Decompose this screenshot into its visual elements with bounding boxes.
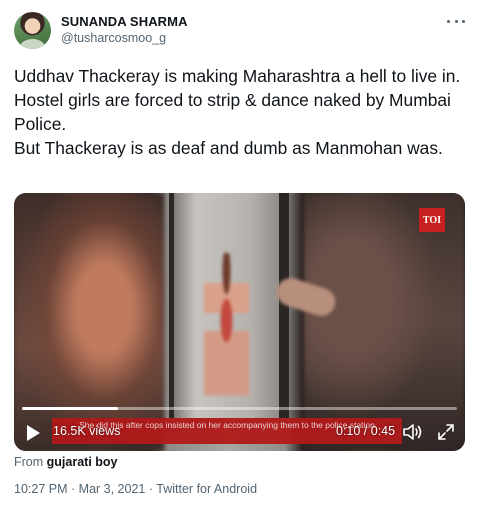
tweet-time[interactable]: 10:27 PM bbox=[14, 482, 68, 496]
separator: · bbox=[71, 482, 76, 496]
video-time: 0:10 / 0:45 bbox=[336, 424, 396, 438]
media-source-name[interactable]: gujarati boy bbox=[47, 455, 118, 469]
tweet: SUNANDA SHARMA @tusharcosmoo_g Uddhav Th… bbox=[0, 0, 479, 509]
author-handle[interactable]: @tusharcosmoo_g bbox=[61, 31, 166, 45]
more-options-icon[interactable] bbox=[447, 14, 465, 28]
tweet-paragraph: Uddhav Thackeray is making Maharashtra a… bbox=[14, 66, 461, 86]
author-name[interactable]: SUNANDA SHARMA bbox=[61, 14, 188, 29]
tweet-paragraph: But Thackeray is as deaf and dumb as Man… bbox=[14, 138, 443, 158]
video-frame-figure bbox=[204, 253, 249, 403]
tweet-text: Uddhav Thackeray is making Maharashtra a… bbox=[14, 64, 470, 160]
media-source: From gujarati boy bbox=[14, 455, 118, 469]
separator: · bbox=[148, 482, 154, 496]
view-count: 16.5K views bbox=[53, 424, 121, 438]
media-source-prefix: From bbox=[14, 455, 44, 469]
progress-fill bbox=[22, 407, 118, 410]
fullscreen-icon[interactable] bbox=[437, 423, 455, 441]
tweet-metadata: 10:27 PM · Mar 3, 2021 · Twitter for And… bbox=[14, 482, 257, 496]
tweet-paragraph: Hostel girls are forced to strip & dance… bbox=[14, 90, 451, 134]
progress-bar[interactable] bbox=[22, 407, 457, 410]
channel-logo: TOI bbox=[419, 208, 445, 232]
volume-icon[interactable] bbox=[402, 423, 424, 441]
tweet-date[interactable]: Mar 3, 2021 bbox=[79, 482, 146, 496]
video-player[interactable]: TOI She did this after cops insisted on … bbox=[14, 193, 465, 451]
video-frame-left bbox=[14, 193, 164, 451]
tweet-client[interactable]: Twitter for Android bbox=[156, 482, 257, 496]
play-icon[interactable] bbox=[27, 425, 40, 441]
avatar[interactable] bbox=[14, 12, 51, 49]
